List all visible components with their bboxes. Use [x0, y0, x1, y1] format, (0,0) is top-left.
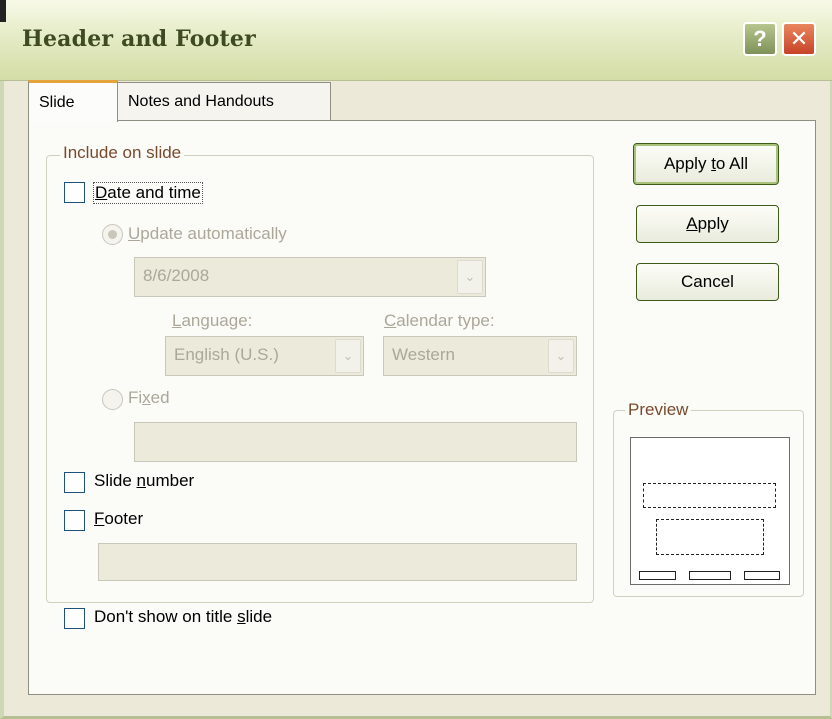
preview-legend: Preview	[625, 400, 692, 420]
cancel-button[interactable]: Cancel	[636, 263, 779, 301]
dont-show-title-slide-checkbox[interactable]	[64, 608, 85, 629]
date-format-dropdown[interactable]: 8/6/2008 ⌄	[134, 257, 486, 297]
tab-notes-label: Notes and Handouts	[128, 92, 274, 110]
apply-to-all-label: Apply to All	[663, 154, 749, 173]
calendar-type-value: Western	[392, 345, 455, 364]
tab-slide[interactable]: Slide	[28, 80, 118, 122]
fixed-date-input[interactable]	[134, 422, 577, 462]
date-format-value: 8/6/2008	[143, 266, 210, 285]
preview-date-placeholder	[639, 571, 676, 580]
date-time-label[interactable]: Date and time	[93, 182, 203, 204]
close-icon: ✕	[789, 26, 809, 51]
tab-slide-label: Slide	[39, 93, 75, 111]
preview-title-placeholder	[643, 483, 776, 508]
footer-label[interactable]: Footer	[94, 509, 143, 529]
footer-checkbox[interactable]	[64, 510, 85, 531]
preview-footer-placeholder	[689, 571, 731, 580]
calendar-type-label: Calendar type:	[384, 311, 495, 330]
help-button[interactable]: ?	[743, 22, 777, 56]
fixed-label: Fixed	[128, 388, 170, 407]
apply-label: Apply	[686, 214, 729, 233]
fixed-radio[interactable]	[102, 389, 123, 410]
chevron-down-icon[interactable]: ⌄	[335, 339, 361, 373]
preview-body-placeholder	[656, 519, 764, 555]
close-button[interactable]: ✕	[782, 22, 816, 56]
footer-text-input[interactable]	[98, 543, 577, 581]
language-label: Language:	[172, 311, 253, 330]
slide-preview	[630, 437, 790, 585]
preview-number-placeholder	[744, 571, 780, 580]
include-on-slide-group	[46, 155, 594, 603]
language-dropdown[interactable]: English (U.S.) ⌄	[165, 336, 364, 376]
include-group-legend: Include on slide	[60, 143, 185, 163]
apply-to-all-button[interactable]: Apply to All	[633, 143, 779, 185]
slide-number-label[interactable]: Slide number	[94, 471, 194, 491]
help-icon: ?	[753, 26, 767, 51]
date-time-checkbox[interactable]	[64, 182, 85, 203]
dont-show-title-slide-label[interactable]: Don't show on title slide	[94, 607, 272, 627]
cancel-label: Cancel	[681, 272, 734, 291]
update-automatically-radio[interactable]	[102, 224, 123, 245]
calendar-type-dropdown[interactable]: Western ⌄	[383, 336, 577, 376]
dialog-title: Header and Footer	[22, 26, 256, 52]
language-value: English (U.S.)	[174, 345, 279, 364]
update-automatically-label: Update automatically	[128, 224, 287, 243]
tab-notes-and-handouts[interactable]: Notes and Handouts	[117, 82, 331, 120]
slide-number-checkbox[interactable]	[64, 472, 85, 493]
chevron-down-icon[interactable]: ⌄	[457, 260, 483, 294]
chevron-down-icon[interactable]: ⌄	[548, 339, 574, 373]
apply-button[interactable]: Apply	[636, 205, 779, 243]
